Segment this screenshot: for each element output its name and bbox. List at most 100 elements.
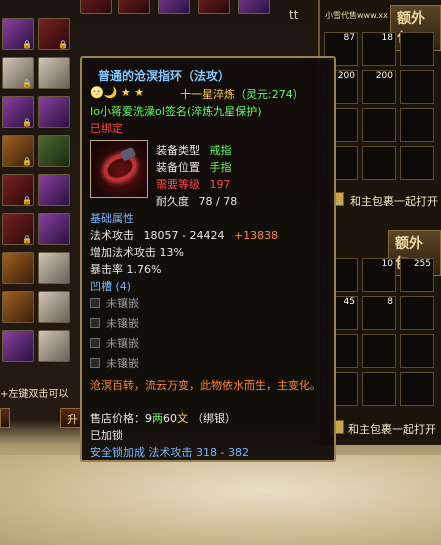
socket-row: 未镶嵌 (90, 355, 139, 371)
socket-label: 未镶嵌 (106, 357, 139, 370)
item-tooltip: 普通的沧溟指环（法攻） 🌝🌙 ★ ★ 十一星淬炼（灵元:274） Io小蒋爱洗澡… (80, 56, 336, 462)
magic-attack-pct: 增加法术攻击 13% (90, 246, 184, 259)
item-slot[interactable] (238, 0, 270, 14)
bag-slot-scroll[interactable]: 10 (362, 258, 396, 292)
bag-slot-gold-bundle[interactable]: 8 (362, 296, 396, 330)
socket-row: 未镶嵌 (90, 295, 139, 311)
item-slot[interactable]: 🔒 (2, 18, 34, 50)
slot-count: 8 (387, 297, 393, 307)
item-slot[interactable]: 🔒 (2, 135, 34, 167)
price-gold: 9 (145, 412, 152, 425)
item-slot[interactable] (38, 252, 70, 284)
level-req-row: 需要等级 197 (156, 176, 231, 192)
slot-count: 10 (381, 259, 393, 269)
bag-slot-bag[interactable]: 255 (400, 258, 434, 292)
socket-icon (90, 318, 100, 328)
item-slot[interactable] (38, 57, 70, 89)
bag-slot-purple-crystal[interactable] (400, 296, 434, 330)
star-icon: ★ (134, 86, 145, 99)
slot-count: 200 (375, 71, 393, 81)
item-slot[interactable] (38, 96, 70, 128)
top-item-strip (78, 0, 318, 16)
item-slot[interactable]: 🔒 (2, 96, 34, 128)
item-slot[interactable]: 🔒 (38, 18, 70, 50)
level-req-label: 需要等级 (156, 178, 200, 191)
slot-count: 255 (413, 259, 431, 269)
item-slot[interactable] (38, 135, 70, 167)
left-item-grid: 🔒 🔒 🔒 🔒 🔒 🔒 🔒 (0, 0, 78, 372)
bag-open-label-1[interactable]: 和主包裹一起打开 (350, 193, 438, 209)
ring-icon (90, 140, 148, 198)
star-icon: ★ (120, 86, 131, 99)
sun-icon: 🌝 (90, 86, 104, 99)
refine-text: 十一星淬炼 (180, 88, 235, 101)
equip-type-label: 装备类型 (156, 144, 200, 157)
basic-attr-header: 基础属性 (90, 212, 134, 225)
bag-slot[interactable] (400, 32, 434, 66)
magic-attack-row: 法术攻击 18057 - 24424 +13838 (90, 227, 278, 243)
item-slot[interactable] (38, 291, 70, 323)
equip-pos-value: 手指 (209, 161, 232, 174)
item-slot[interactable] (80, 0, 112, 14)
bag-slot[interactable] (400, 108, 434, 142)
bag-slot[interactable] (362, 334, 396, 368)
socket-row: 未镶嵌 (90, 315, 139, 331)
price-label: 售店价格： (90, 412, 145, 425)
item-slot[interactable] (2, 252, 34, 284)
crit-rate: 暴击率 1.76% (90, 263, 162, 276)
bag-slot[interactable] (400, 70, 434, 104)
item-slot[interactable] (198, 0, 230, 14)
item-slot[interactable]: 🔒 (2, 174, 34, 206)
level-req-value: 197 (209, 178, 231, 191)
lock-icon: 🔒 (22, 157, 32, 166)
equip-pos-label: 装备位置 (156, 161, 200, 174)
bag-slot[interactable] (400, 146, 434, 180)
hint-text: +左键双击可以 (0, 389, 69, 400)
bag-slot[interactable] (362, 146, 396, 180)
bag-slot[interactable] (362, 372, 396, 406)
item-slot[interactable] (38, 174, 70, 206)
socket-icon (90, 298, 100, 308)
equip-type-row: 装备类型 戒指 (156, 142, 232, 158)
item-slot[interactable]: 🔒 (2, 213, 34, 245)
bag-slot[interactable] (400, 372, 434, 406)
magic-attack-value: 18057 - 24424 (143, 229, 225, 242)
magic-attack-label: 法术攻击 (90, 229, 134, 242)
ground-area (0, 455, 441, 545)
lock-icon: 🔒 (58, 40, 68, 49)
soul-value: （灵元:274） (235, 88, 304, 101)
refine-level: 十一星淬炼（灵元:274） (180, 86, 304, 102)
equip-type-value: 戒指 (209, 144, 232, 157)
item-slot[interactable] (38, 213, 70, 245)
item-slot[interactable] (158, 0, 190, 14)
lock-icon: 🔒 (22, 118, 32, 127)
price-silver: 60 (163, 412, 177, 425)
slot-count: 200 (337, 71, 355, 81)
sockets-header: 凹槽 (4) (90, 280, 132, 293)
price-silver-unit: 文 (177, 412, 188, 425)
lock-icon: 🔒 (22, 235, 32, 244)
flavor-text: 沧溟百转，流云万变，此物依水而生，主变化。 (90, 379, 321, 392)
price-gold-unit: 两 (152, 412, 163, 425)
socket-row: 未镶嵌 (90, 335, 139, 351)
durability-label: 耐久度 (156, 195, 189, 208)
item-slot[interactable] (2, 291, 34, 323)
item-slot[interactable] (118, 0, 150, 14)
equip-pos-row: 装备位置 手指 (156, 159, 232, 175)
item-slot[interactable] (38, 330, 70, 362)
socket-label: 未镶嵌 (106, 317, 139, 330)
signature: Io小蒋爱洗澡oI签名(淬炼九星保护) (90, 105, 262, 118)
bag-slot[interactable] (400, 334, 434, 368)
sell-price: 售店价格：9两60文 （绑银） (90, 410, 236, 426)
item-slot[interactable] (2, 330, 34, 362)
item-slot[interactable]: 🔒 (2, 57, 34, 89)
bag-slot[interactable] (362, 108, 396, 142)
bag-open-label-2[interactable]: 和主包裹一起打开 (348, 421, 436, 437)
lock-icon: 🔒 (22, 79, 32, 88)
bag-slot-flower[interactable]: 200 (362, 70, 396, 104)
bag-slot-white-vase[interactable]: 18 (362, 32, 396, 66)
refine-stars: 🌝🌙 ★ ★ (90, 86, 144, 99)
moon-icon: 🌙 (103, 86, 118, 99)
window-label: tt (289, 8, 299, 22)
left-button[interactable] (0, 408, 10, 428)
